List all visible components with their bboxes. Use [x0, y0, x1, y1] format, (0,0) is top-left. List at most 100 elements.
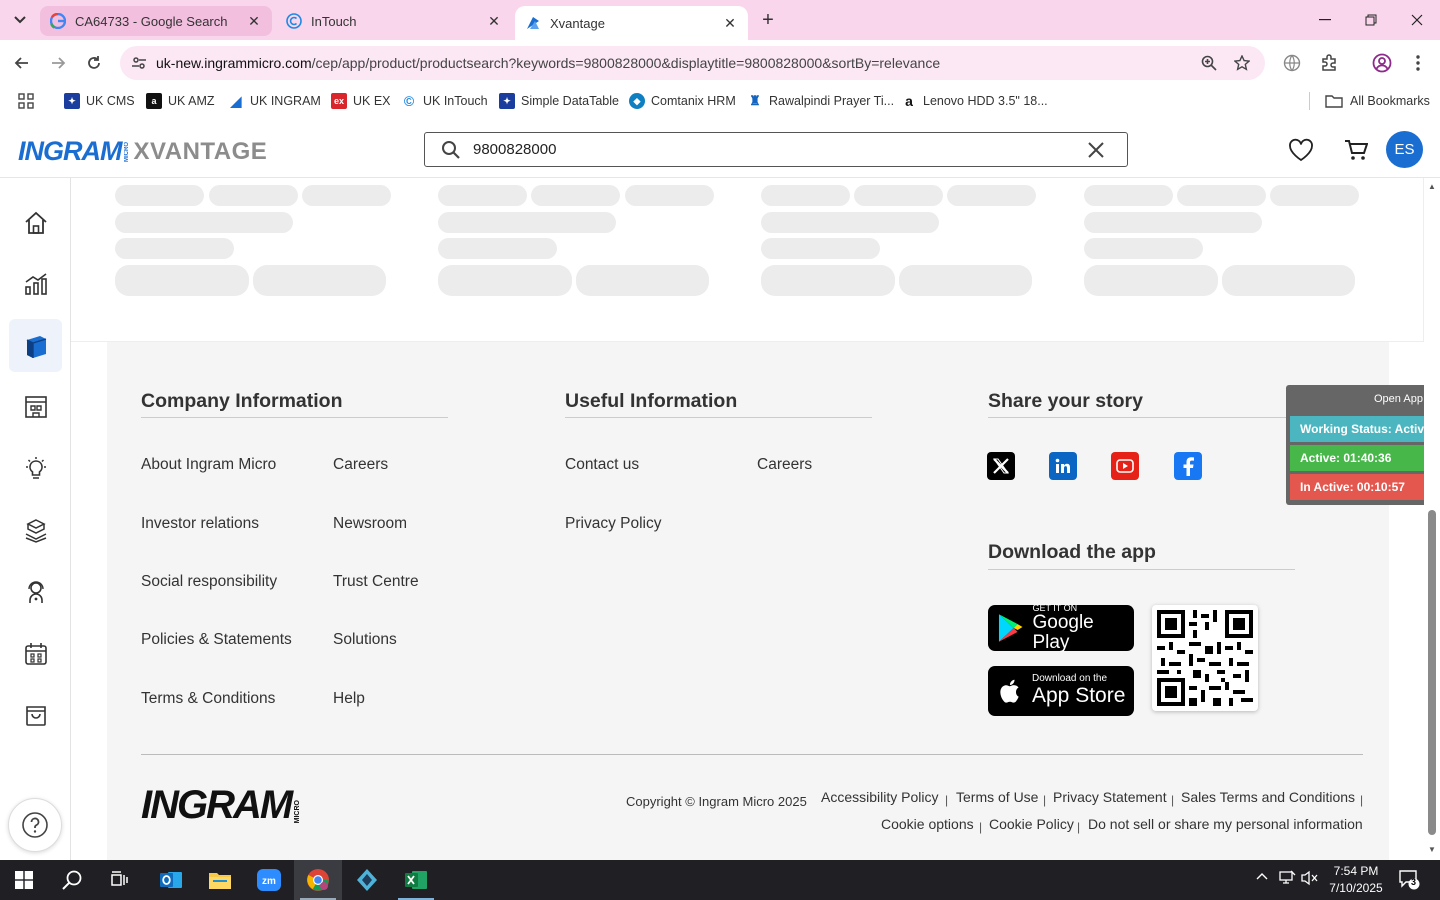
browser-tab-xvantage[interactable]: Xvantage ✕	[515, 6, 748, 40]
facebook-icon[interactable]	[1174, 452, 1202, 480]
bookmark-uk-intouch[interactable]: © UK InTouch	[401, 92, 488, 110]
scrollbar-thumb[interactable]	[1428, 510, 1436, 835]
footer-link-trust-centre[interactable]: Trust Centre	[333, 573, 419, 591]
tab-search-button[interactable]	[8, 8, 32, 32]
close-tab-icon[interactable]: ✕	[246, 13, 262, 29]
legal-link-accessibility[interactable]: Accessibility Policy	[821, 789, 938, 805]
all-bookmarks-button[interactable]: All Bookmarks	[1325, 92, 1430, 110]
bookmarks-bar: ✦ UK CMS a UK AMZ ◢ UK INGRAM ex UK EX © UK I…	[0, 86, 1440, 116]
show-hidden-icons-button[interactable]	[1255, 870, 1269, 887]
sidebar-item-services[interactable]	[9, 503, 62, 556]
sidebar-item-support[interactable]	[9, 565, 62, 618]
cart-icon[interactable]	[1342, 136, 1370, 164]
taskbar-clock[interactable]: 7:54 PM 7/10/2025	[1316, 863, 1396, 897]
restore-window-button[interactable]	[1348, 0, 1394, 40]
taskbar-file-explorer[interactable]	[196, 860, 244, 900]
bookmark-lenovo-hdd[interactable]: a Lenovo HDD 3.5" 18...	[901, 92, 1048, 110]
bookmark-uk-ingram[interactable]: ◢ UK INGRAM	[228, 92, 321, 110]
taskbar-app-blue[interactable]	[343, 860, 391, 900]
footer-link-careers-useful[interactable]: Careers	[757, 456, 812, 474]
address-bar[interactable]: uk-new.ingrammicro.com/cep/app/product/p…	[120, 46, 1265, 80]
bookmark-uk-amz[interactable]: a UK AMZ	[146, 92, 215, 110]
apple-icon	[1000, 679, 1019, 703]
back-button[interactable]	[9, 50, 35, 76]
taskbar-outlook[interactable]	[147, 860, 195, 900]
legal-link-cookie-policy[interactable]: Cookie Policy	[989, 816, 1074, 832]
footer-ingram-logo[interactable]: INGRAM MICRO	[141, 785, 301, 825]
scroll-up-arrow[interactable]: ▲	[1426, 182, 1438, 192]
footer-link-newsroom[interactable]: Newsroom	[333, 515, 407, 533]
footer-link-contact-us[interactable]: Contact us	[565, 456, 639, 474]
legal-link-do-not-sell[interactable]: Do not sell or share my personal informa…	[1088, 816, 1363, 832]
close-tab-icon[interactable]: ✕	[722, 15, 738, 31]
scroll-down-arrow[interactable]: ▼	[1426, 845, 1438, 855]
extensions-icon[interactable]	[1318, 52, 1340, 74]
minimize-window-button[interactable]	[1302, 0, 1348, 40]
legal-link-terms-of-use[interactable]: Terms of Use	[956, 789, 1038, 805]
bookmark-rawalpindi-prayer[interactable]: ♜ Rawalpindi Prayer Ti...	[747, 92, 894, 110]
linkedin-icon[interactable]	[1049, 452, 1077, 480]
sidebar-item-orders[interactable]	[9, 688, 62, 741]
footer-link-privacy-policy[interactable]: Privacy Policy	[565, 515, 661, 533]
close-window-button[interactable]	[1394, 0, 1440, 40]
translate-icon[interactable]	[1281, 52, 1303, 74]
zoom-icon[interactable]	[1200, 54, 1218, 72]
sidebar-item-analytics[interactable]	[9, 257, 62, 310]
task-view-button[interactable]	[96, 860, 144, 900]
legal-link-privacy-statement[interactable]: Privacy Statement	[1053, 789, 1167, 805]
sidebar-item-insights[interactable]	[9, 442, 62, 495]
taskbar-search-button[interactable]	[48, 860, 96, 900]
bookmark-comtanix-hrm[interactable]: ◆ Comtanix HRM	[629, 92, 736, 110]
footer-link-investor-relations[interactable]: Investor relations	[141, 515, 259, 533]
reload-button[interactable]	[81, 50, 107, 76]
google-play-badge[interactable]: GET IT ON Google Play	[988, 603, 1134, 653]
search-icon[interactable]	[441, 140, 463, 160]
sidebar-item-products[interactable]	[9, 319, 62, 372]
notification-center-button[interactable]: 3	[1398, 868, 1420, 893]
user-avatar[interactable]: ES	[1386, 131, 1423, 168]
bookmark-uk-ex[interactable]: ex UK EX	[331, 92, 391, 110]
tab-title: Xvantage	[550, 15, 605, 31]
search-input[interactable]	[473, 141, 1053, 158]
legal-link-sales-terms[interactable]: Sales Terms and Conditions	[1181, 789, 1355, 805]
apps-grid-button[interactable]	[18, 92, 34, 110]
youtube-icon[interactable]	[1111, 452, 1139, 480]
footer-link-social-responsibility[interactable]: Social responsibility	[141, 573, 277, 591]
browser-tab-intouch[interactable]: InTouch ✕	[276, 6, 512, 36]
taskbar-zoom[interactable]: zm	[245, 860, 293, 900]
footer-link-help[interactable]: Help	[333, 690, 365, 708]
footer-link-about[interactable]: About Ingram Micro	[141, 456, 276, 474]
clear-search-icon[interactable]	[1085, 139, 1107, 161]
footer-link-policies[interactable]: Policies & Statements	[141, 631, 292, 649]
footer-link-careers[interactable]: Careers	[333, 456, 388, 474]
apps-grid-icon	[18, 93, 34, 109]
bookmark-uk-cms[interactable]: ✦ UK CMS	[64, 92, 135, 110]
taskbar-chrome[interactable]	[294, 860, 342, 900]
forward-button[interactable]	[45, 50, 71, 76]
sidebar-item-store[interactable]	[9, 380, 62, 433]
intouch-icon: ©	[403, 93, 415, 109]
browser-tab-google-search[interactable]: CA64733 - Google Search ✕	[40, 6, 272, 36]
legal-link-cookie-options[interactable]: Cookie options	[881, 816, 974, 832]
bookmark-star-icon[interactable]	[1233, 54, 1251, 72]
app-store-badge[interactable]: Download on the App Store	[988, 666, 1134, 716]
kebab-menu-icon[interactable]	[1407, 52, 1429, 74]
footer-link-terms[interactable]: Terms & Conditions	[141, 690, 275, 708]
sidebar-item-events[interactable]	[9, 627, 62, 680]
logo-micro-text: MICRO	[123, 141, 130, 162]
ingram-xvantage-logo[interactable]: INGRAM MICRO XVANTAGE	[18, 136, 267, 167]
footer-link-solutions[interactable]: Solutions	[333, 631, 397, 649]
start-button[interactable]	[0, 860, 48, 900]
sidebar-item-home[interactable]	[9, 196, 62, 249]
help-button[interactable]	[8, 798, 62, 852]
profile-icon[interactable]	[1371, 52, 1393, 74]
bookmark-simple-datatable[interactable]: ✦ Simple DataTable	[499, 92, 619, 110]
network-status-button[interactable]	[1278, 870, 1296, 889]
excel-icon	[405, 871, 427, 889]
x-twitter-icon[interactable]	[987, 452, 1015, 480]
wishlist-heart-icon[interactable]	[1287, 136, 1315, 164]
new-tab-button[interactable]: +	[756, 8, 780, 32]
close-tab-icon[interactable]: ✕	[486, 13, 502, 29]
taskbar-excel[interactable]	[392, 860, 440, 900]
site-info-icon[interactable]	[124, 55, 154, 71]
